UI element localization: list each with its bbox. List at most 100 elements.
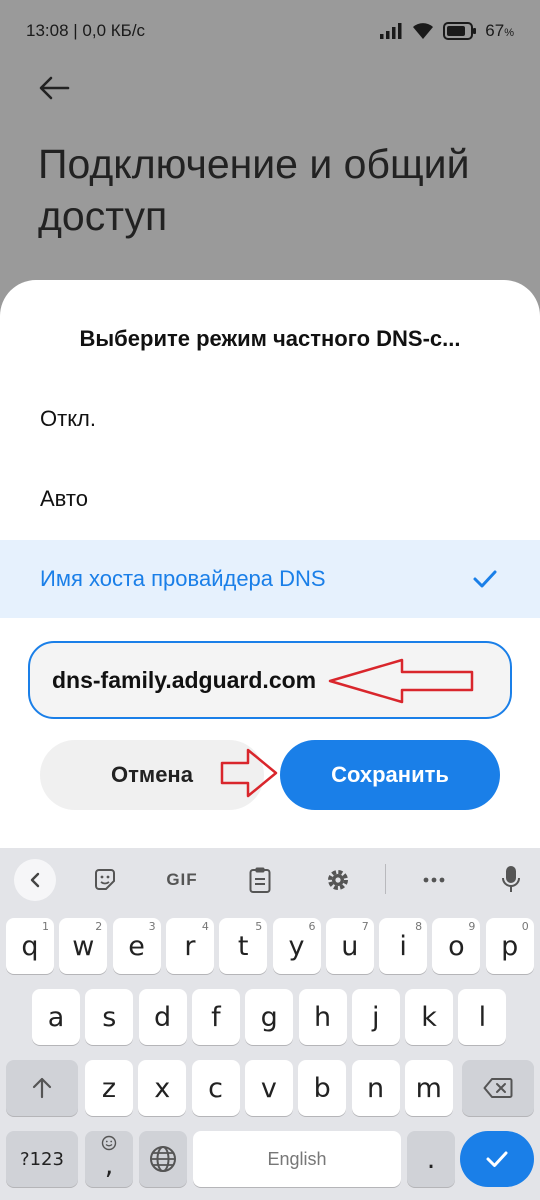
shift-arrow-icon (32, 1077, 52, 1099)
toolbar-more-button[interactable] (418, 862, 450, 898)
key-label: j (372, 1001, 380, 1033)
option-label: Авто (40, 486, 88, 511)
key-label: e (128, 930, 145, 962)
annotation-arrow-right-icon (220, 748, 278, 798)
key-hint: 3 (148, 920, 156, 933)
enter-key[interactable] (460, 1131, 534, 1187)
backspace-key[interactable] (462, 1060, 534, 1116)
page-title: Подключение и общий доступ (38, 141, 470, 239)
key-label: g (260, 1001, 278, 1033)
letter-key[interactable]: k (405, 989, 454, 1045)
key-hint: 1 (42, 920, 49, 933)
key-label: i (399, 930, 407, 962)
letter-key[interactable]: w2 (59, 918, 108, 974)
sticker-icon (95, 869, 115, 890)
toolbar-collapse-button[interactable] (14, 859, 56, 901)
wifi-icon (413, 23, 434, 39)
chevron-left-icon (30, 872, 40, 888)
status-icons: 67% (379, 21, 514, 41)
key-label: l (478, 1001, 487, 1033)
letter-key[interactable]: v (244, 1060, 293, 1116)
key-label: q (21, 930, 39, 962)
microphone-icon (502, 866, 520, 892)
letter-key[interactable]: q1 (6, 918, 54, 974)
key-hint: 0 (521, 920, 529, 933)
backspace-icon (483, 1078, 513, 1098)
period-key[interactable]: . (407, 1131, 455, 1187)
dns-hostname-value: dns-family.adguard.com (52, 666, 317, 693)
battery-icon (443, 22, 477, 40)
battery-level: 67% (485, 21, 514, 40)
annotation-arrow-left-icon (328, 658, 474, 704)
toolbar-gif-button[interactable]: GIF (160, 862, 204, 898)
letter-key[interactable]: c (191, 1060, 240, 1116)
key-hint: 2 (95, 920, 103, 933)
back-arrow-icon (39, 76, 70, 100)
key-hint: 9 (468, 920, 476, 933)
letter-key[interactable]: y6 (272, 918, 321, 974)
keyboard: GIF q 1 w 2 e 3 r 4 t 5 y 6 u 7 i 8 o 9 … (0, 848, 540, 1200)
letter-key[interactable]: d (138, 989, 187, 1045)
toolbar-sticker-button[interactable] (88, 862, 122, 898)
emoji-icon (101, 1135, 117, 1151)
letter-key[interactable]: j (351, 989, 400, 1045)
letter-key[interactable]: t5 (219, 918, 268, 974)
globe-icon (150, 1146, 176, 1172)
private-dns-dialog: Выберите режим частного DNS-с... Откл. А… (0, 280, 540, 848)
more-dots-icon (423, 877, 445, 883)
letter-key[interactable]: h (298, 989, 347, 1045)
key-hint: 7 (361, 920, 369, 933)
key-label: f (211, 1001, 221, 1033)
letter-key[interactable]: o9 (432, 918, 481, 974)
letter-key[interactable]: p0 (485, 918, 534, 974)
letter-key[interactable]: x (138, 1060, 187, 1116)
key-hint: 4 (201, 920, 209, 933)
clipboard-icon (249, 867, 271, 893)
letter-key[interactable]: m (404, 1060, 453, 1116)
key-label: a (47, 1001, 65, 1033)
key-hint: 6 (308, 920, 316, 933)
option-label: Имя хоста провайдера DNS (40, 566, 326, 591)
letter-key[interactable]: a (32, 989, 80, 1045)
letter-key[interactable]: e3 (112, 918, 161, 974)
key-label: n (366, 1072, 385, 1104)
dialog-title: Выберите режим частного DNS-с... (79, 326, 461, 351)
save-button[interactable]: Сохранить (280, 740, 500, 810)
back-button[interactable] (36, 70, 72, 106)
shift-key[interactable] (6, 1060, 78, 1116)
key-label: s (102, 1001, 117, 1033)
letter-key[interactable]: n (351, 1060, 400, 1116)
key-label: b (313, 1072, 331, 1104)
language-key[interactable] (139, 1131, 187, 1187)
status-bar: 13:08 | 0,0 КБ/с 67% (0, 0, 540, 62)
option-dns-hostname[interactable]: Имя хоста провайдера DNS (0, 540, 540, 618)
toolbar-mic-button[interactable] (496, 862, 526, 898)
key-label: t (237, 930, 249, 962)
key-label: v (260, 1072, 277, 1104)
space-key[interactable]: English (193, 1131, 401, 1187)
key-label: z (101, 1072, 117, 1104)
toolbar-divider (385, 864, 386, 894)
check-enter-icon (486, 1151, 508, 1167)
letter-key[interactable]: z (85, 1060, 133, 1116)
symbols-key[interactable]: ?123 (6, 1131, 78, 1187)
letter-key[interactable]: b (298, 1060, 347, 1116)
option-auto[interactable]: Авто (0, 460, 540, 538)
toolbar-settings-button[interactable] (322, 862, 354, 898)
key-label: h (313, 1001, 332, 1033)
letter-key[interactable]: g (245, 989, 294, 1045)
checkmark-icon (473, 570, 497, 588)
comma-key[interactable]: , (85, 1131, 133, 1187)
letter-key[interactable]: r4 (165, 918, 214, 974)
letter-key[interactable]: u7 (325, 918, 374, 974)
key-label: w (72, 930, 95, 962)
letter-key[interactable]: i8 (379, 918, 428, 974)
option-label: Откл. (40, 406, 97, 431)
option-off[interactable]: Откл. (0, 380, 540, 458)
letter-key[interactable]: l (458, 989, 507, 1045)
letter-key[interactable]: f (191, 989, 240, 1045)
key-label: k (421, 1001, 437, 1033)
toolbar-clipboard-button[interactable] (244, 862, 276, 898)
letter-key[interactable]: s (85, 989, 134, 1045)
status-time-speed: 13:08 | 0,0 КБ/с (26, 21, 146, 40)
